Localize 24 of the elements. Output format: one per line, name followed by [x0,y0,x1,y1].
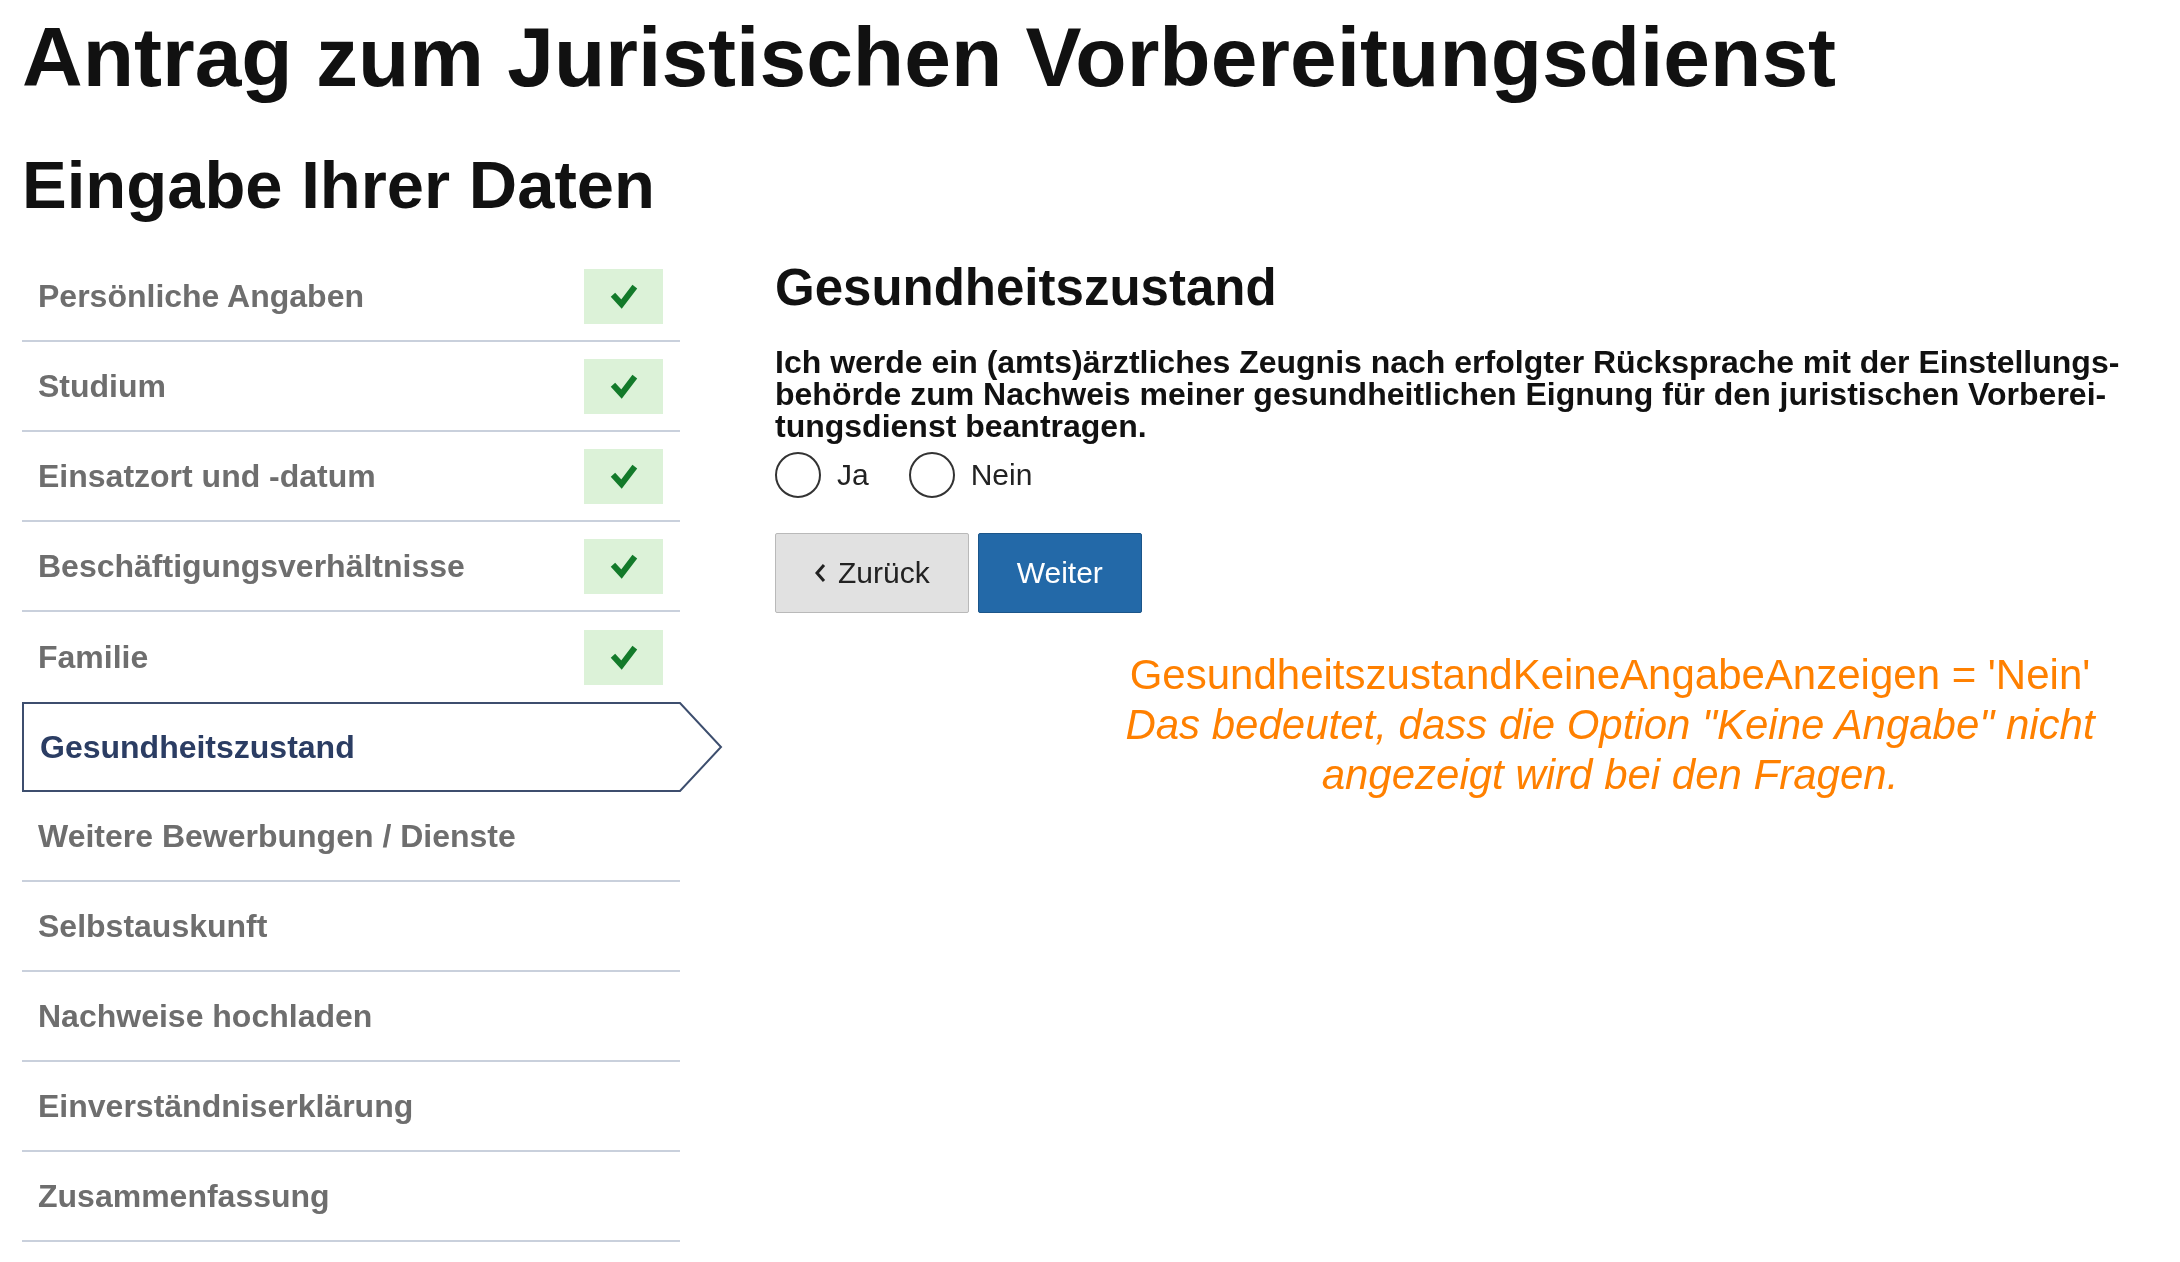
step-link[interactable]: Beschäftigungsverhältnisse [22,522,680,612]
step-link[interactable]: Einsatzort und -datum [22,432,680,522]
step-link[interactable]: Weitere Bewerbungen / Dienste [22,792,680,882]
step-link[interactable]: Selbstauskunft [22,882,680,972]
page-subtitle: Eingabe Ihrer Daten [22,146,656,224]
radio-label: Ja [837,458,869,492]
step-link[interactable]: Gesundheitszustand [22,702,723,792]
radio-button[interactable] [908,452,955,498]
step-link[interactable]: Einverständniserklärung [22,1062,680,1152]
radio-button[interactable] [775,452,821,498]
step-link[interactable]: Studium [22,342,680,432]
annotation-code: GesundheitszustandKeineAngabeAnzeigen = 'Nein' [1128,650,2092,700]
next-button[interactable]: Weiter [977,533,1142,613]
step-link[interactable]: Nachweise hochladen [22,972,680,1062]
step-link[interactable]: Familie [22,612,680,702]
annotation-note: Das bedeutet, dass die Option "Keine Angabe" nicht angezeigt wird bei den Fragen. [1124,700,2097,800]
page-title: Antrag zum Juristischen Vorbereitungsdienst [22,9,1838,105]
back-button[interactable]: Zurück [775,533,969,613]
radio-label: Nein [970,458,1033,492]
question-text: Ich werde ein (amts)ärztliches Zeugnis nach erfolgter Rücksprache mit der Einstellungs- behörde zum Nachweis meiner gesundheitlichen Eignung für den juristischen Vorberei- tungsdienst beantragen. [775,346,2121,442]
chevron-left-icon [814,563,826,583]
step-link[interactable]: Zusammenfassung [22,1152,680,1242]
step-heading: Gesundheitszustand [775,258,1278,318]
step-link[interactable]: Persönliche Angaben [22,252,680,342]
